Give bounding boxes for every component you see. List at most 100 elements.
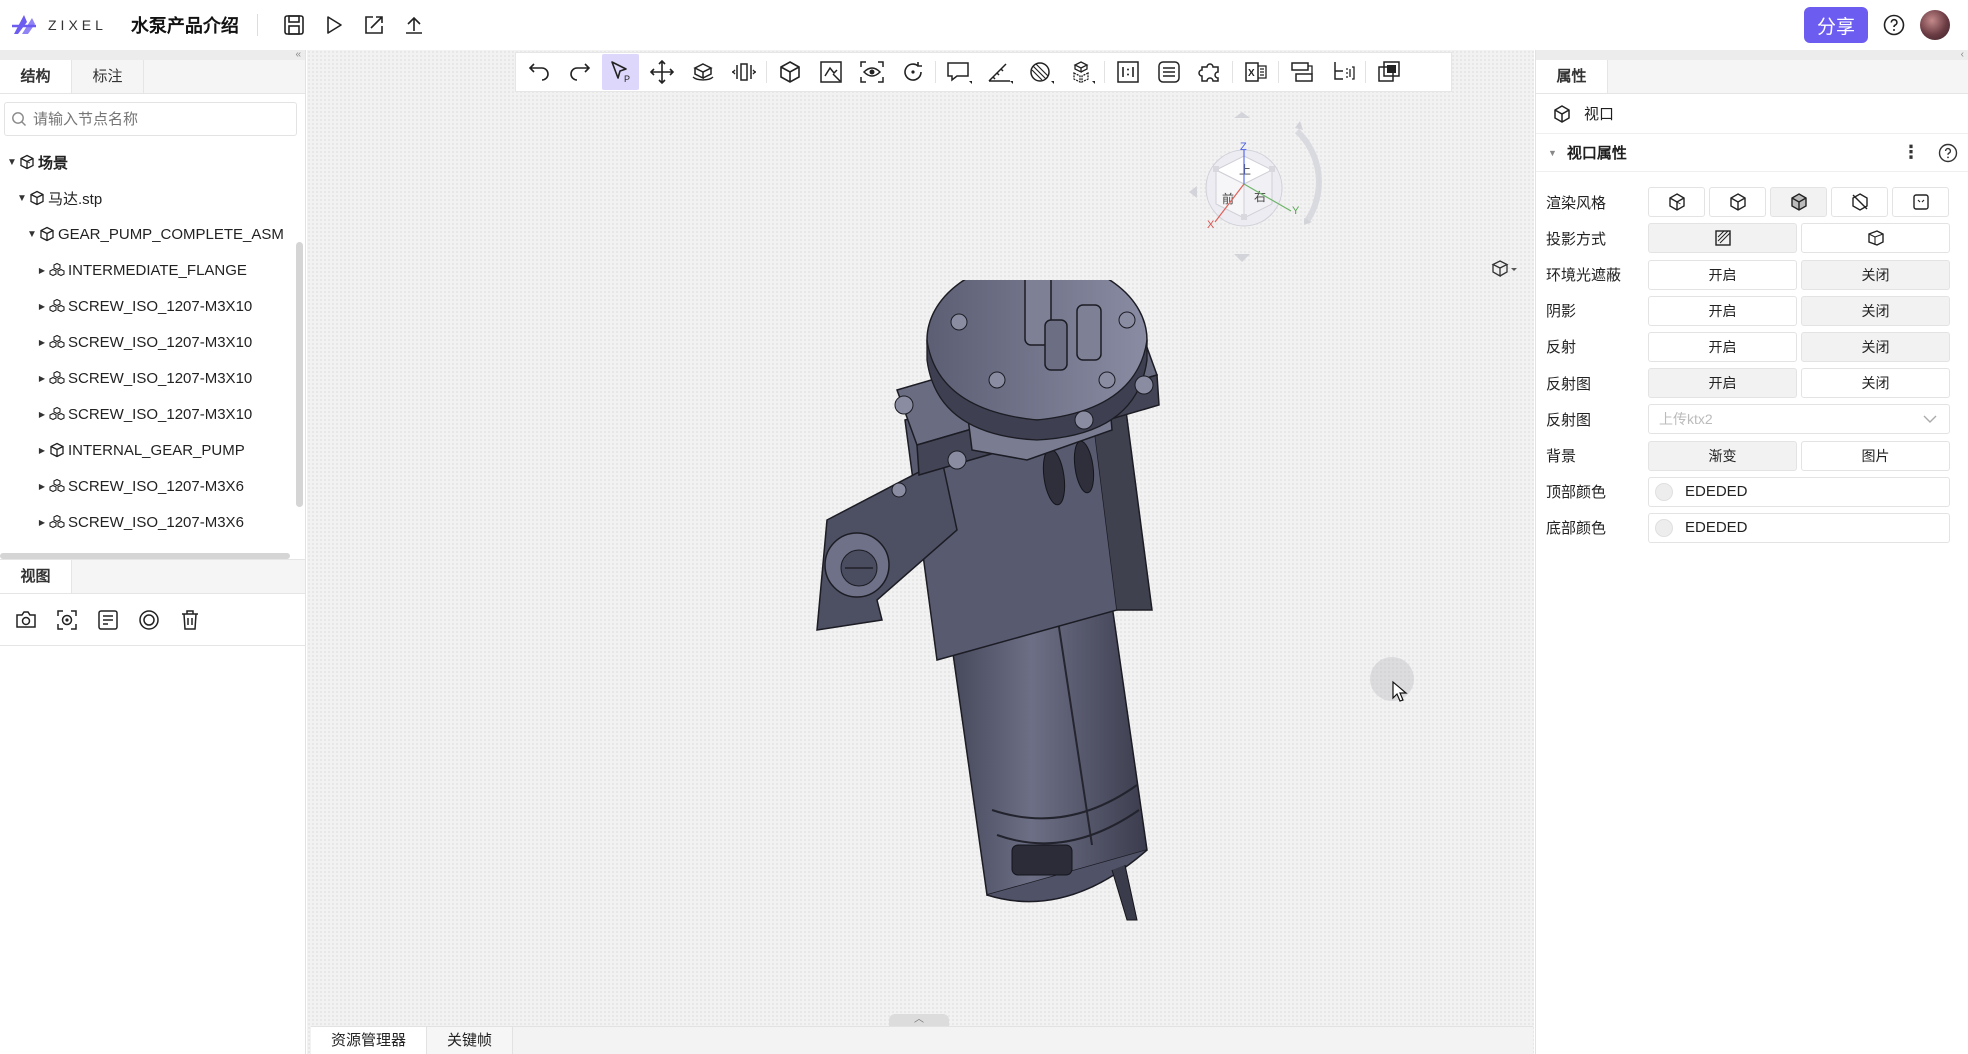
caret-right-icon[interactable]: ▶ (36, 482, 48, 491)
perspective-button[interactable] (1801, 223, 1950, 254)
expand-bottom-panel[interactable]: ︿ (889, 1014, 949, 1026)
share-button[interactable]: 分享 (1803, 7, 1868, 43)
render-wireframe-button[interactable] (1709, 187, 1766, 218)
caret-right-icon[interactable]: ▶ (36, 338, 48, 347)
explode-view-button[interactable] (1063, 54, 1100, 90)
redo-button[interactable] (561, 54, 598, 90)
3d-viewport[interactable]: P X 上 前 右 Z Y X ︿ 资源管理器 关键帧 (307, 50, 1534, 1054)
shadow-on-button[interactable]: 开启 (1648, 295, 1797, 326)
tree-scrollbar-horizontal[interactable] (0, 553, 290, 559)
bg-image-button[interactable]: 图片 (1801, 440, 1950, 471)
tab-asset-manager[interactable]: 资源管理器 (311, 1027, 428, 1054)
tree-node[interactable]: ▶ SCREW_ISO_1207-M3X10 (0, 360, 305, 396)
save-button[interactable] (274, 7, 314, 43)
render-hidden-line-button[interactable] (1831, 187, 1888, 218)
reflection-on-button[interactable]: 开启 (1648, 331, 1797, 362)
tab-views[interactable]: 视图 (0, 560, 72, 593)
more-options-icon[interactable]: ⋮ (1902, 142, 1920, 163)
caret-down-icon[interactable]: ▼ (26, 229, 38, 240)
view-list-button[interactable] (94, 606, 121, 633)
collapse-left-panel[interactable]: « (0, 50, 305, 60)
zixel-logo[interactable]: ZIXEL (10, 12, 107, 38)
export-button[interactable] (354, 7, 394, 43)
top-color-picker[interactable]: EDEDED (1648, 476, 1950, 507)
bottom-color-picker[interactable]: EDEDED (1648, 512, 1950, 543)
tree-node-label: SCREW_ISO_1207-M3X10 (68, 405, 253, 423)
caret-right-icon[interactable]: ▶ (36, 410, 48, 419)
shadow-off-button[interactable]: 关闭 (1801, 295, 1950, 326)
tree-scrollbar[interactable] (296, 242, 303, 507)
measure-tool-button[interactable] (981, 54, 1018, 90)
caret-down-icon[interactable]: ▼ (16, 193, 28, 204)
caret-right-icon[interactable]: ▶ (36, 446, 48, 455)
tree-node[interactable]: ▶ INTERNAL_GEAR_PUMP (0, 432, 305, 468)
layout-button[interactable] (1283, 54, 1320, 90)
auto-rotate-button[interactable] (894, 54, 931, 90)
explode-button[interactable] (725, 54, 762, 90)
hierarchy-button[interactable] (1324, 54, 1361, 90)
view-mode-dropdown[interactable] (1491, 259, 1521, 279)
reflection-map-on-button[interactable]: 开启 (1648, 368, 1797, 399)
delete-view-button[interactable] (176, 606, 203, 633)
user-avatar[interactable] (1920, 10, 1950, 40)
tree-node[interactable]: ▼ GEAR_PUMP_COMPLETE_ASM (0, 216, 305, 252)
help-icon[interactable] (1882, 13, 1906, 37)
annotation-tool-button[interactable] (940, 54, 977, 90)
reflection-off-button[interactable]: 关闭 (1801, 331, 1950, 362)
plugin-button[interactable] (1191, 54, 1228, 90)
move-tool-button[interactable] (643, 54, 680, 90)
node-search[interactable] (4, 102, 297, 136)
orthographic-button[interactable] (1648, 223, 1797, 254)
focus-view-button[interactable] (53, 606, 80, 633)
rotate-part-button[interactable] (684, 54, 721, 90)
view-focus-button[interactable] (853, 54, 890, 90)
caret-down-icon[interactable]: ▼ (6, 157, 18, 168)
ao-off-button[interactable]: 关闭 (1801, 259, 1950, 290)
tab-structure[interactable]: 结构 (0, 60, 72, 93)
tab-keyframes[interactable]: 关键帧 (427, 1027, 514, 1054)
tree-node[interactable]: ▶ SCREW_ISO_1207-M3X6 (0, 504, 305, 540)
snapshot-button[interactable] (12, 606, 39, 633)
reflection-map-off-button[interactable]: 关闭 (1801, 368, 1950, 399)
tree-node[interactable]: ▶ SCREW_ISO_1207-M3X10 (0, 396, 305, 432)
caret-right-icon[interactable]: ▶ (36, 302, 48, 311)
render-outline-button[interactable] (1892, 187, 1949, 218)
tree-node[interactable]: ▶ SCREW_ISO_1207-M3X6 (0, 468, 305, 504)
top-color-swatch[interactable] (1655, 482, 1673, 501)
reflection-map-select[interactable]: 上传ktx2 (1648, 404, 1950, 435)
gear-pump-model[interactable] (787, 280, 1247, 950)
caret-right-icon[interactable]: ▶ (36, 374, 48, 383)
tree-node[interactable]: ▶ SCREW_ISO_1207-M3X10 (0, 288, 305, 324)
render-shaded-button[interactable] (1770, 187, 1827, 218)
viewport-props-header[interactable]: ▼ 视口属性 ⋮ (1536, 134, 1968, 172)
view-cube[interactable]: 上 前 右 Z Y X (1187, 106, 1327, 266)
publish-button[interactable] (394, 7, 434, 43)
render-shaded-edges-button[interactable] (1648, 187, 1705, 218)
node-search-input[interactable] (33, 110, 273, 128)
tab-annotation[interactable]: 标注 (72, 60, 144, 93)
fit-view-button[interactable] (812, 54, 849, 90)
tree-node[interactable]: ▶ INTERMEDIATE_FLANGE (0, 252, 305, 288)
tree-node[interactable]: ▶ SCREW_ISO_1207-M3X10 (0, 324, 305, 360)
collapse-right-panel[interactable]: ‹ (1536, 50, 1968, 60)
caret-right-icon[interactable]: ▶ (36, 518, 48, 527)
tab-properties[interactable]: 属性 (1536, 60, 1608, 93)
ao-on-button[interactable]: 开启 (1648, 259, 1797, 290)
select-tool-button[interactable]: P (602, 54, 639, 90)
excel-export-button[interactable]: X (1237, 54, 1274, 90)
standard-view-button[interactable] (771, 54, 808, 90)
tree-node[interactable]: ▼ 场景 (0, 144, 305, 180)
tree-node[interactable]: ▼ 马达.stp (0, 180, 305, 216)
caret-right-icon[interactable]: ▶ (36, 266, 48, 275)
record-view-button[interactable] (135, 606, 162, 633)
bom-list-button[interactable] (1150, 54, 1187, 90)
section-tool-button[interactable] (1022, 54, 1059, 90)
multi-window-button[interactable] (1370, 54, 1407, 90)
undo-button[interactable] (520, 54, 557, 90)
play-button[interactable] (314, 7, 354, 43)
viewcube-face-top[interactable]: 上 (1239, 163, 1251, 177)
bg-gradient-button[interactable]: 渐变 (1648, 440, 1797, 471)
help-icon[interactable] (1938, 143, 1958, 163)
scale-button[interactable] (1109, 54, 1146, 90)
bottom-color-swatch[interactable] (1655, 518, 1673, 537)
